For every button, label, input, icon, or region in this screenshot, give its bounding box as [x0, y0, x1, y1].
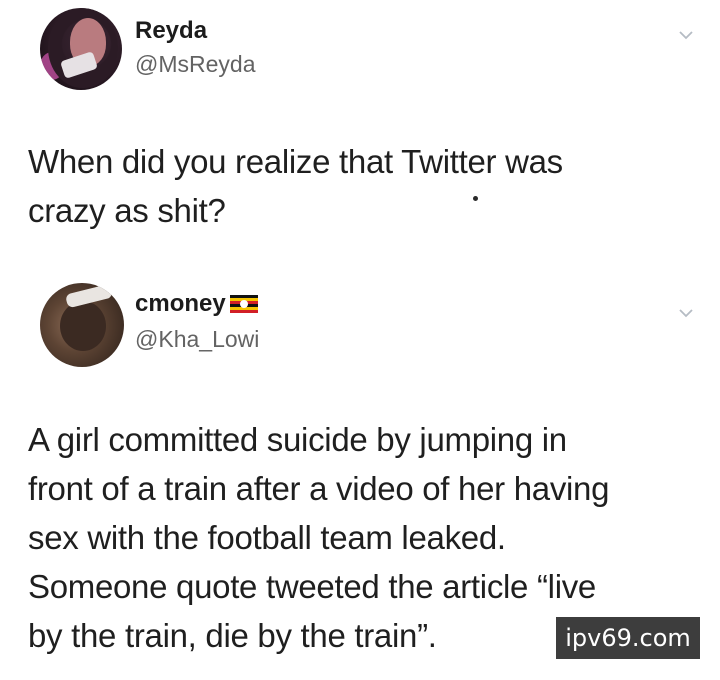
tweet-2-line: Someone quote tweeted the article “live: [28, 568, 596, 605]
chevron-down-icon[interactable]: [679, 306, 693, 320]
tweet-1-display-name[interactable]: Reyda: [135, 17, 207, 45]
tweet-1-handle[interactable]: @MsReyda: [135, 51, 256, 78]
chevron-down-icon[interactable]: [679, 28, 693, 42]
watermark: ipv69.com: [556, 617, 700, 659]
tweet-2-line: front of a train after a video of her ha…: [28, 470, 610, 507]
tweet-2-line: A girl committed suicide by jumping in: [28, 421, 567, 458]
avatar-cmoney[interactable]: [40, 283, 124, 367]
stray-dot: [473, 196, 478, 201]
tweet-2-line: by the train, die by the train”.: [28, 617, 437, 654]
tweet-2-display-name[interactable]: cmoney: [135, 290, 226, 317]
avatar-reyda[interactable]: [40, 8, 122, 90]
tweet-2-text: A girl committed suicide by jumping in f…: [28, 415, 609, 660]
tweet-2-line: sex with the football team leaked.: [28, 519, 506, 556]
uganda-flag-icon: [229, 295, 258, 313]
tweet-1-text: When did you realize that Twitter was cr…: [28, 137, 563, 235]
tweet-2-name-row[interactable]: cmoney: [135, 290, 258, 318]
tweet-1-line: When did you realize that Twitter was: [28, 143, 563, 180]
tweet-1-line: crazy as shit?: [28, 192, 226, 229]
tweet-2-handle[interactable]: @Kha_Lowi: [135, 326, 259, 353]
avatar-head: [60, 301, 106, 351]
